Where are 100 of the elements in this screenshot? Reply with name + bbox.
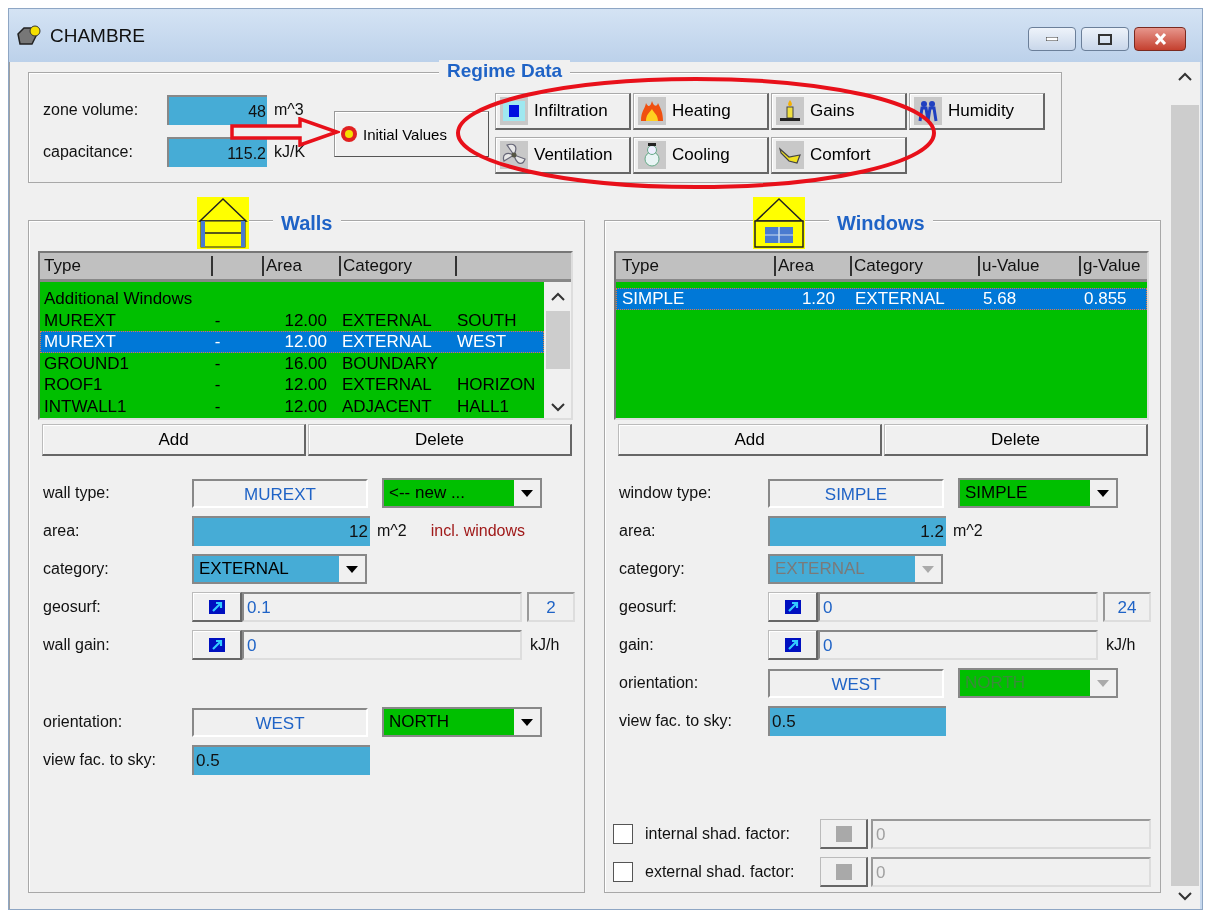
table-cell-text: 16.00	[283, 352, 327, 375]
field-label: area:	[619, 522, 657, 540]
minimize-button[interactable]	[1028, 27, 1076, 51]
flame-icon	[639, 99, 665, 123]
table-cell-text: BOUNDARY	[341, 352, 440, 375]
scroll-up-icon	[550, 292, 565, 301]
table-cell-text: Additional Windows	[44, 288, 194, 310]
candle-icon	[777, 99, 803, 123]
column-header[interactable]: Type	[622, 256, 774, 276]
unit-label: m^2	[953, 522, 983, 540]
table-cell-text: SOUTH	[457, 309, 518, 332]
house-icon	[753, 197, 805, 249]
group-title: Regime Data	[439, 60, 571, 82]
caret-icon	[1097, 679, 1109, 687]
close-button[interactable]	[1134, 27, 1186, 51]
maximize-button[interactable]	[1081, 27, 1129, 51]
list-button[interactable]: Delete	[308, 424, 572, 456]
regime-button[interactable]: Comfort	[771, 137, 907, 174]
field-label: gain:	[619, 636, 655, 654]
list-row[interactable]: SIMPLE 1.20 EXTERNAL 5.68 0.855	[616, 288, 1147, 310]
regime-button[interactable]: Humidity	[909, 93, 1045, 130]
table-cell-text: HORIZON	[457, 374, 537, 396]
table-cell-text: MUREXT	[44, 331, 117, 353]
list-button[interactable]: Add	[42, 424, 306, 456]
link-button[interactable]	[768, 630, 818, 660]
input-field[interactable]: 1.2	[768, 516, 946, 546]
count-field[interactable]: 24	[1103, 592, 1151, 622]
column-header[interactable]: Type	[44, 256, 211, 276]
scroll-thumb[interactable]	[545, 311, 570, 369]
shortcut-icon	[784, 599, 801, 614]
table-cell-text: 1.20	[800, 288, 835, 310]
dropdown[interactable]: <-- new ...	[382, 478, 542, 508]
regime-button[interactable]: Ventilation	[495, 137, 631, 174]
list-button[interactable]: Delete	[884, 424, 1148, 456]
table-cell-text: -	[213, 352, 222, 375]
column-header[interactable]: Area	[774, 256, 850, 276]
column-header[interactable]: Category	[850, 256, 978, 276]
field-label: area:	[43, 522, 81, 540]
name-display: SIMPLE	[768, 478, 944, 508]
unit-label: kJ/K	[274, 143, 306, 161]
unit-label: m^3	[274, 101, 304, 119]
list-row[interactable]: MUREXT - 12.00 EXTERNAL SOUTH	[40, 309, 544, 332]
input-field[interactable]: 48	[167, 95, 267, 125]
scrollbar[interactable]	[544, 282, 571, 418]
table-cell-text: 12.00	[283, 331, 327, 353]
input-field[interactable]: 0	[242, 630, 522, 660]
column-header[interactable]: Area	[262, 256, 339, 276]
regime-button[interactable]: Infiltration	[495, 93, 631, 130]
list-row[interactable]: Additional Windows	[40, 288, 544, 310]
link-button[interactable]	[768, 592, 818, 622]
table-cell-text: INTWALL1	[44, 395, 128, 418]
caret-icon	[521, 489, 533, 497]
field-label: category:	[619, 560, 686, 578]
column-header[interactable]: Category	[339, 256, 455, 276]
list-box[interactable]: Type Area Category Additional Windows MUREXT - 12.00 EXTERNAL SOUTH MUREXT - 12.00 EXTERNAL WEST GROUND1 - 16.00 BOUNDARY ROOF1 - 12.00 EXTERNAL HORIZON INTWALL1 - 12.00 ADJACENT HALL1	[38, 251, 573, 420]
input-field[interactable]: 0.5	[192, 745, 370, 775]
field-label: category:	[43, 560, 110, 578]
note-text: incl. windows	[430, 522, 525, 540]
input-field[interactable]: 12	[192, 516, 370, 546]
regime-button[interactable]: Heating	[633, 93, 769, 130]
table-cell-text: MUREXT	[44, 309, 117, 332]
column-header[interactable]: u-Value	[978, 256, 1079, 276]
shortcut-icon	[208, 637, 225, 652]
shortcut-icon	[784, 637, 801, 652]
link-button[interactable]	[192, 592, 242, 622]
list-box[interactable]: Type Area Category u-Value g-Value SIMPLE 1.20 EXTERNAL 5.68 0.855	[614, 251, 1149, 420]
dropdown[interactable]: EXTERNAL	[192, 554, 367, 584]
dropdown[interactable]: NORTH	[382, 707, 542, 737]
minimize-icon	[1046, 37, 1058, 41]
list-row[interactable]: ROOF1 - 12.00 EXTERNAL HORIZON	[40, 374, 544, 396]
field-label: orientation:	[619, 674, 700, 692]
table-cell-text: ADJACENT	[341, 395, 433, 418]
input-field[interactable]: 0.1	[242, 592, 522, 622]
square-icon	[835, 825, 852, 842]
link-button[interactable]	[820, 819, 868, 849]
fan-icon	[501, 143, 527, 167]
caret-icon	[521, 718, 533, 726]
input-field[interactable]: 115.2	[167, 137, 267, 167]
checkbox-label: internal shad. factor:	[645, 825, 791, 843]
scroll-down-icon	[550, 403, 565, 412]
input-field[interactable]: 0	[818, 630, 1098, 660]
square-icon	[835, 863, 852, 880]
list-row[interactable]: INTWALL1 - 12.00 ADJACENT HALL1	[40, 395, 544, 418]
link-button[interactable]	[192, 630, 242, 660]
input-field[interactable]: 0.5	[768, 706, 946, 736]
input-field[interactable]: 0	[818, 592, 1098, 622]
regime-button[interactable]: Cooling	[633, 137, 769, 174]
table-cell-text: ROOF1	[44, 374, 104, 396]
list-row[interactable]: MUREXT - 12.00 EXTERNAL WEST	[40, 331, 544, 353]
count-field[interactable]: 2	[527, 592, 575, 622]
table-cell-text: -	[213, 374, 222, 396]
field-label: capacitance:	[43, 143, 134, 161]
initial-values-button[interactable]: Initial Values	[334, 111, 489, 157]
link-button[interactable]	[820, 857, 868, 887]
list-button[interactable]: Add	[618, 424, 882, 456]
list-row[interactable]: GROUND1 - 16.00 BOUNDARY	[40, 352, 544, 375]
dropdown[interactable]: SIMPLE	[958, 478, 1118, 508]
app-icon	[16, 23, 42, 48]
column-header[interactable]: g-Value	[1079, 256, 1147, 276]
regime-button[interactable]: Gains	[771, 93, 907, 130]
